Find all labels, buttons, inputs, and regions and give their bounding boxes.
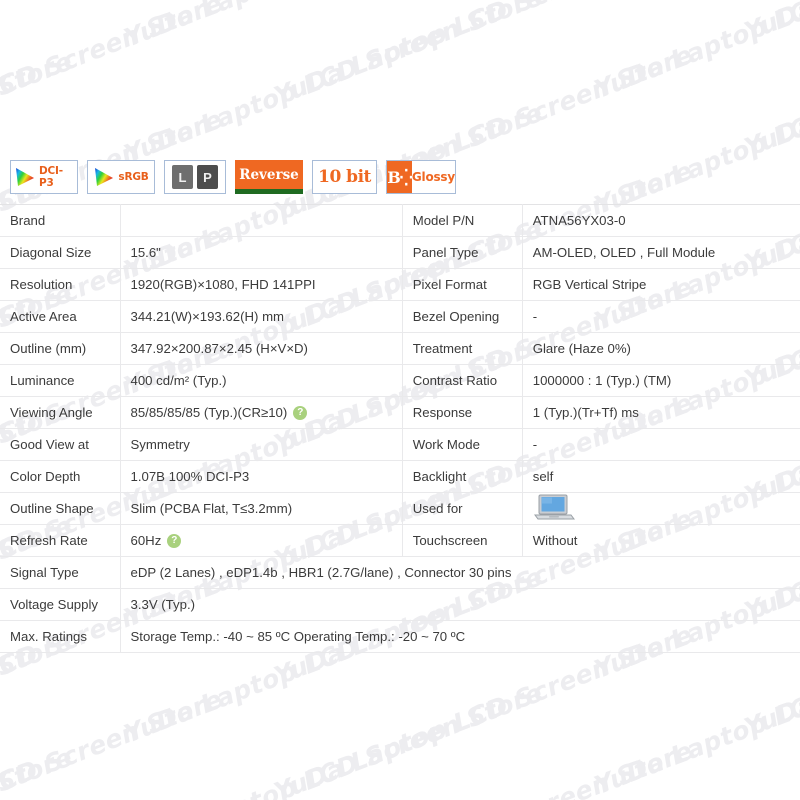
table-row: Luminance 400 cd/m² (Typ.) Contrast Rati… [0, 364, 800, 397]
badge-dci-p3[interactable]: DCI-P3 [10, 160, 78, 194]
spec-label-response: Response [401, 396, 523, 429]
watermark-line: YuDa Laptop LCD Screen StoreYuDa Laptop … [0, 0, 800, 117]
spec-label-bezel-opening: Bezel Opening [401, 300, 523, 333]
spec-label-color-depth: Color Depth [0, 460, 121, 493]
spec-value-touchscreen: Without [522, 524, 800, 557]
spec-label-good-view-at: Good View at [0, 428, 121, 461]
badge-dci-p3-label: DCI-P3 [39, 165, 63, 189]
table-row: Diagonal Size 15.6" Panel Type AM-OLED, … [0, 236, 800, 269]
spec-value-outline-shape: Slim (PCBA Flat, T≤3.2mm) [120, 492, 403, 525]
spec-value-max-ratings: Storage Temp.: -40 ~ 85 ºC Operating Tem… [120, 620, 800, 653]
spec-value-panel-type: AM-OLED, OLED , Full Module [522, 236, 800, 269]
spec-value-signal-type: eDP (2 Lanes) , eDP1.4b , HBR1 (2.7G/lan… [120, 556, 800, 589]
spec-value-contrast-ratio: 1000000 : 1 (Typ.) (TM) [522, 364, 800, 397]
spec-label-active-area: Active Area [0, 300, 121, 333]
spec-value-treatment: Glare (Haze 0%) [522, 332, 800, 365]
badge-srgb-label: sRGB [118, 171, 149, 183]
spec-label-voltage-supply: Voltage Supply [0, 588, 121, 621]
spec-value-model-pn: ATNA56YX03-0 [522, 204, 800, 237]
table-row: Outline Shape Slim (PCBA Flat, T≤3.2mm) … [0, 492, 800, 525]
spec-label-model-pn: Model P/N [401, 204, 523, 237]
spec-label-brand: Brand [0, 204, 121, 237]
feature-badge-strip: DCI-P3 sRGB L P Reverse 10 bit B⁛ Glossy [0, 155, 800, 199]
glossy-surface-icon: B⁛ [387, 161, 413, 193]
spec-value-brand [120, 204, 403, 237]
badge-glossy[interactable]: B⁛ Glossy [386, 160, 456, 194]
spec-value-used-for [522, 492, 800, 525]
help-icon[interactable]: ? [167, 533, 182, 548]
spec-value-diagonal-size: 15.6" [120, 236, 403, 269]
table-row: Voltage Supply 3.3V (Typ.) [0, 588, 800, 621]
table-row: Color Depth 1.07B 100% DCI-P3 Backlight … [0, 460, 800, 493]
spec-label-backlight: Backlight [401, 460, 523, 493]
spec-value-bezel-opening: - [522, 300, 800, 333]
spec-label-diagonal-size: Diagonal Size [0, 236, 121, 269]
table-row: Viewing Angle 85/85/85/85 (Typ.)(CR≥10) … [0, 396, 800, 429]
spec-value-good-view-at: Symmetry [120, 428, 403, 461]
spec-value-viewing-angle-cell: 85/85/85/85 (Typ.)(CR≥10) ? [120, 396, 403, 429]
spec-label-outline-mm: Outline (mm) [0, 332, 121, 365]
specification-table: Brand Model P/N ATNA56YX03-0 Diagonal Si… [0, 204, 800, 653]
spec-label-refresh-rate: Refresh Rate [0, 524, 121, 557]
spec-value-voltage-supply: 3.3V (Typ.) [120, 588, 800, 621]
badge-bit-depth-label: 10 bit [318, 167, 371, 187]
spec-value-refresh-rate-cell: 60Hz ? [120, 524, 403, 557]
spec-label-treatment: Treatment [401, 332, 523, 365]
color-gamut-triangle-icon [93, 167, 115, 187]
spec-value-backlight: self [522, 460, 800, 493]
badge-reverse-label: Reverse [239, 166, 299, 183]
spec-label-panel-type: Panel Type [401, 236, 523, 269]
watermark-line: YuDa Laptop LCD Screen StoreYuDa Laptop … [0, 0, 227, 175]
portrait-icon: P [197, 165, 218, 189]
badge-glossy-label: Glossy [411, 170, 455, 184]
spec-label-luminance: Luminance [0, 364, 121, 397]
spec-value-work-mode: - [522, 428, 800, 461]
table-row: Signal Type eDP (2 Lanes) , eDP1.4b , HB… [0, 556, 800, 589]
spec-value-refresh-rate: 60Hz [130, 533, 162, 548]
spec-value-color-depth: 1.07B 100% DCI-P3 [120, 460, 403, 493]
spec-label-used-for: Used for [401, 492, 523, 525]
table-row: Max. Ratings Storage Temp.: -40 ~ 85 ºC … [0, 620, 800, 653]
spec-value-viewing-angle: 85/85/85/85 (Typ.)(CR≥10) [130, 405, 288, 420]
table-row: Brand Model P/N ATNA56YX03-0 [0, 204, 800, 237]
spec-label-contrast-ratio: Contrast Ratio [401, 364, 523, 397]
badge-reverse[interactable]: Reverse [235, 160, 303, 194]
spec-label-resolution: Resolution [0, 268, 121, 301]
spec-value-response: 1 (Typ.)(Tr+Tf) ms [522, 396, 800, 429]
spec-value-luminance: 400 cd/m² (Typ.) [120, 364, 403, 397]
spec-value-pixel-format: RGB Vertical Stripe [522, 268, 800, 301]
laptop-icon [533, 493, 800, 524]
spec-label-touchscreen: Touchscreen [401, 524, 523, 557]
spec-label-outline-shape: Outline Shape [0, 492, 121, 525]
spec-value-resolution: 1920(RGB)×1080, FHD 141PPI [120, 268, 403, 301]
product-spec-page: YuDa Laptop LCD Screen StoreYuDa Laptop … [0, 0, 800, 800]
spec-label-viewing-angle: Viewing Angle [0, 396, 121, 429]
badge-srgb[interactable]: sRGB [87, 160, 155, 194]
help-icon[interactable]: ? [293, 405, 308, 420]
spec-label-signal-type: Signal Type [0, 556, 121, 589]
refresh-rate-wrap: 60Hz ? [131, 533, 402, 548]
table-row: Outline (mm) 347.92×200.87×2.45 (H×V×D) … [0, 332, 800, 365]
table-row: Resolution 1920(RGB)×1080, FHD 141PPI Pi… [0, 268, 800, 301]
spec-label-max-ratings: Max. Ratings [0, 620, 121, 653]
spec-value-outline-mm: 347.92×200.87×2.45 (H×V×D) [120, 332, 403, 365]
watermark-line: YuDa Laptop LCD Screen StoreYuDa Laptop … [0, 0, 800, 59]
table-row: Refresh Rate 60Hz ? Touchscreen Without [0, 524, 800, 557]
glossy-inner: B⁛ Glossy [387, 161, 455, 193]
color-gamut-triangle-icon [14, 167, 36, 187]
table-row: Good View at Symmetry Work Mode - [0, 428, 800, 461]
watermark-line: YuDa Laptop LCD Screen StoreYuDa Laptop … [120, 613, 800, 800]
reverse-underline [235, 189, 303, 194]
table-row: Active Area 344.21(W)×193.62(H) mm Bezel… [0, 300, 800, 333]
viewing-angle-wrap: 85/85/85/85 (Typ.)(CR≥10) ? [131, 405, 402, 420]
watermark-line: YuDa Laptop LCD Screen StoreYuDa Laptop … [270, 555, 800, 800]
spec-label-work-mode: Work Mode [401, 428, 523, 461]
badge-orientation[interactable]: L P [164, 160, 226, 194]
spec-value-active-area: 344.21(W)×193.62(H) mm [120, 300, 403, 333]
watermark-line: YuDa Laptop LCD Screen StoreYuDa Laptop … [0, 671, 800, 800]
badge-bit-depth[interactable]: 10 bit [312, 160, 377, 194]
spec-label-pixel-format: Pixel Format [401, 268, 523, 301]
landscape-icon: L [172, 165, 193, 189]
